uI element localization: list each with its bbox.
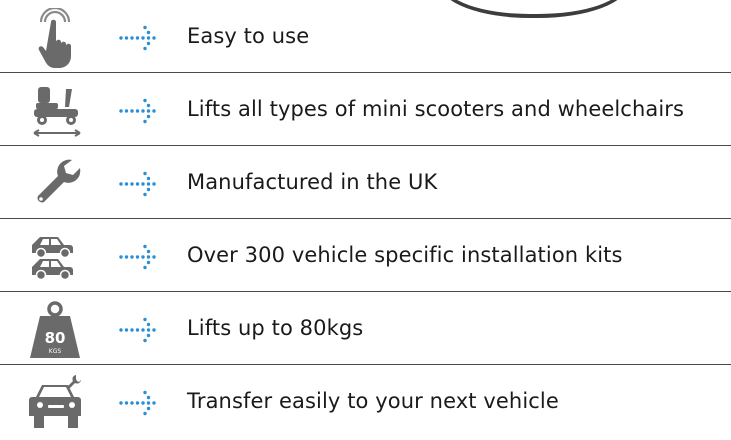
feature-row-lifts-80kgs: 80 KGS Lifts up to 80kgs	[0, 292, 731, 365]
arrow-right-icon	[118, 244, 162, 270]
touch-hand-icon	[22, 8, 92, 68]
arrow-right-icon	[118, 390, 162, 416]
feature-label: Lifts up to 80kgs	[187, 316, 364, 340]
feature-row-lifts-scooters: Lifts all types of mini scooters and whe…	[0, 73, 731, 146]
feature-row-easy-to-use: Easy to use	[0, 0, 731, 73]
weight-icon: 80 KGS	[22, 300, 92, 360]
arrow-right-icon	[118, 25, 162, 51]
feature-label: Transfer easily to your next vehicle	[187, 389, 559, 413]
feature-row-manufactured-uk: Manufactured in the UK	[0, 146, 731, 219]
feature-label: Manufactured in the UK	[187, 170, 438, 194]
feature-label: Easy to use	[187, 24, 310, 48]
feature-row-installation-kits: Over 300 vehicle specific installation k…	[0, 219, 731, 292]
weight-unit: KGS	[49, 348, 62, 355]
wrench-icon	[22, 154, 92, 214]
mobility-scooter-icon	[22, 81, 92, 141]
feature-row-transfer-vehicle: Transfer easily to your next vehicle	[0, 365, 731, 438]
feature-label: Lifts all types of mini scooters and whe…	[187, 97, 685, 121]
feature-list: Easy to use Lifts all types of mini scoo…	[0, 0, 731, 438]
arrow-right-icon	[118, 98, 162, 124]
weight-number: 80	[45, 329, 66, 347]
two-cars-icon	[22, 227, 92, 287]
arrow-right-icon	[118, 171, 162, 197]
feature-label: Over 300 vehicle specific installation k…	[187, 243, 623, 267]
car-with-wrench-icon	[22, 373, 92, 433]
arrow-right-icon	[118, 317, 162, 343]
